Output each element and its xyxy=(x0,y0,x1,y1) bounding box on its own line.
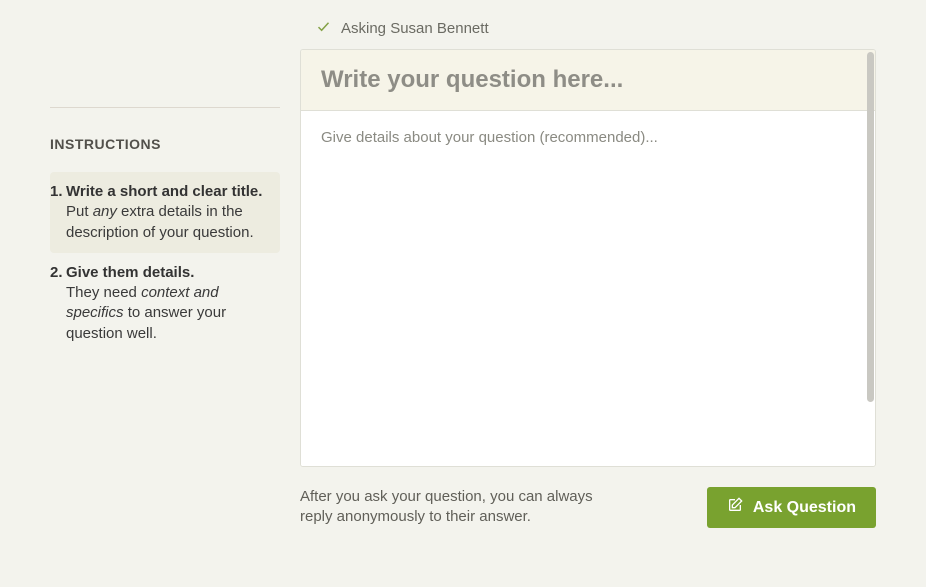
compose-icon xyxy=(727,497,743,518)
instruction-item-2: Give them details. They need context and… xyxy=(50,253,280,354)
ask-question-label: Ask Question xyxy=(753,499,856,517)
form-footer: After you ask your question, you can alw… xyxy=(300,487,876,528)
asking-row: Asking Susan Bennett xyxy=(300,17,876,39)
instruction-1-body: Put any extra details in the description… xyxy=(66,202,266,243)
instruction-1-title: Write a short and clear title. xyxy=(66,182,266,202)
sidebar-divider xyxy=(50,107,280,108)
sidebar: INSTRUCTIONS Write a short and clear tit… xyxy=(50,17,280,528)
instructions-list: Write a short and clear title. Put any e… xyxy=(50,172,280,354)
footer-note: After you ask your question, you can alw… xyxy=(300,487,620,528)
page-container: INSTRUCTIONS Write a short and clear tit… xyxy=(0,0,926,558)
ask-question-button[interactable]: Ask Question xyxy=(707,487,876,528)
asking-name: Susan Bennett xyxy=(390,20,488,37)
instruction-1-body-em: any xyxy=(93,203,117,220)
instruction-1-body-pre: Put xyxy=(66,203,93,220)
instruction-2-title: Give them details. xyxy=(66,263,266,283)
instruction-item-1: Write a short and clear title. Put any e… xyxy=(50,172,280,253)
asking-prefix: Asking xyxy=(341,20,386,37)
scrollbar-thumb[interactable] xyxy=(867,52,874,402)
question-form xyxy=(300,49,876,467)
instructions-heading: INSTRUCTIONS xyxy=(50,136,280,152)
question-details-input[interactable] xyxy=(301,111,875,466)
scrollbar-track[interactable] xyxy=(866,52,875,464)
asking-label: Asking Susan Bennett xyxy=(341,20,489,37)
question-title-input[interactable] xyxy=(301,50,875,111)
instruction-2-body: They need context and specifics to answe… xyxy=(66,283,266,344)
main-content: Asking Susan Bennett After you ask your … xyxy=(300,17,876,528)
check-icon xyxy=(316,19,331,38)
instruction-2-body-pre: They need xyxy=(66,284,141,301)
